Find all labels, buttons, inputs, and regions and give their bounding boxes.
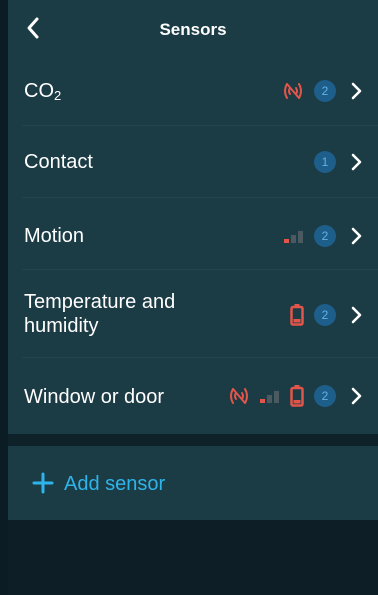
status-icons: 2	[228, 385, 362, 407]
weak-signal-icon	[284, 231, 303, 243]
sensor-label: Window or door	[24, 386, 165, 408]
sensor-label: Temperature and humidity	[24, 290, 175, 338]
no-signal-icon	[230, 388, 248, 404]
sensor-label-subscript: 2	[54, 88, 62, 103]
sensor-row-window-door[interactable]: Window or door 2	[8, 358, 378, 434]
chevron-right-icon	[351, 387, 362, 405]
chevron-right-icon	[351, 306, 362, 324]
sensor-label: Contact	[24, 151, 93, 173]
status-icons: 2	[284, 225, 362, 247]
sensor-row-co2[interactable]: CO2 2	[8, 58, 378, 126]
sensor-row-motion[interactable]: Motion 2	[8, 198, 378, 270]
sensor-list: CO2 2 Contact 1 Motion 2 Temperature and…	[8, 58, 378, 434]
low-battery-icon	[290, 385, 304, 407]
status-icons: 2	[282, 80, 362, 102]
status-icons: 1	[314, 151, 362, 173]
sensor-label-line2: humidity	[24, 315, 99, 337]
sensor-label-line1: Temperature and	[24, 291, 176, 313]
chevron-right-icon	[351, 153, 362, 171]
count-badge: 2	[314, 80, 336, 102]
header-bar: Sensors	[8, 0, 378, 58]
app-frame: Sensors CO2 2 Contact 1 Motion 2 Tempera…	[8, 0, 378, 595]
section-gap	[8, 434, 378, 446]
sensor-row-contact[interactable]: Contact 1	[8, 126, 378, 198]
count-badge: 2	[314, 304, 336, 326]
sensor-label: CO2	[24, 79, 61, 108]
no-signal-icon	[284, 83, 302, 99]
chevron-right-icon	[351, 82, 362, 100]
count-badge: 2	[314, 225, 336, 247]
plus-icon	[32, 472, 54, 494]
count-badge: 2	[314, 385, 336, 407]
sensor-row-temperature-humidity[interactable]: Temperature and humidity 2	[8, 270, 378, 358]
count-badge: 1	[314, 151, 336, 173]
chevron-right-icon	[351, 227, 362, 245]
weak-signal-icon	[260, 391, 279, 403]
add-sensor-label: Add sensor	[64, 473, 166, 495]
sensor-label-text: CO	[24, 80, 54, 102]
page-title: Sensors	[159, 20, 227, 39]
low-battery-icon	[290, 304, 304, 326]
empty-footer	[8, 520, 378, 595]
sensor-label: Motion	[24, 225, 85, 247]
add-sensor-button[interactable]: Add sensor	[8, 446, 378, 520]
status-icons: 2	[290, 304, 362, 326]
